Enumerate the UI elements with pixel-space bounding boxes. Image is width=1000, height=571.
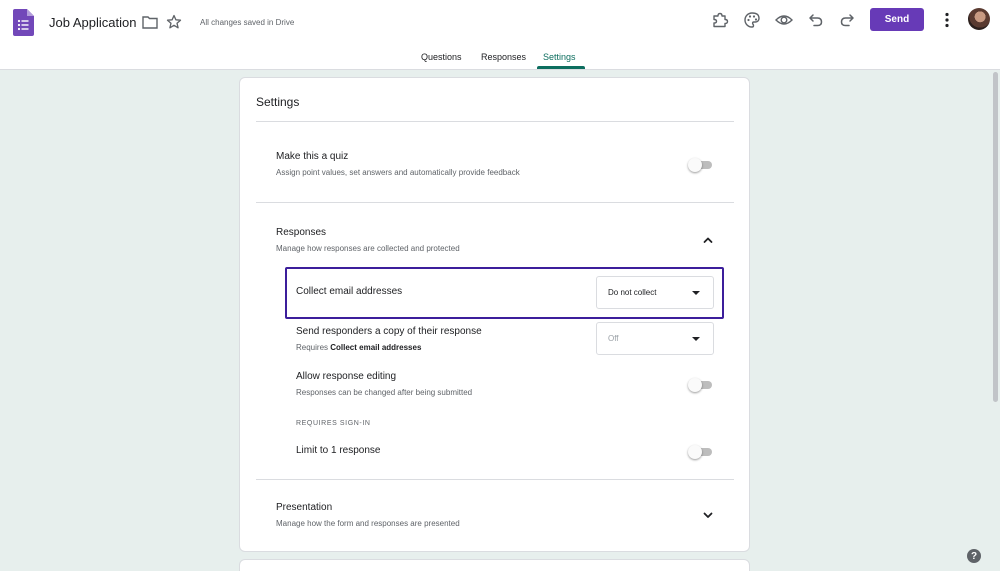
quiz-title: Make this a quiz (276, 151, 349, 162)
quiz-toggle[interactable] (688, 158, 714, 172)
avatar[interactable] (968, 8, 990, 30)
undo-icon[interactable] (807, 11, 825, 29)
toggle-knob (688, 445, 702, 459)
palette-icon[interactable] (743, 11, 761, 29)
top-bar: Job Application All changes saved in Dri… (0, 0, 1000, 70)
help-icon[interactable]: ? (967, 549, 981, 563)
scroll-thumb[interactable] (993, 72, 998, 402)
send-copy-label: Send responders a copy of their response (296, 326, 482, 337)
redo-icon[interactable] (838, 11, 856, 29)
divider (256, 202, 734, 203)
star-icon[interactable] (166, 14, 182, 30)
settings-title: Settings (256, 95, 300, 109)
addon-icon[interactable] (711, 11, 729, 29)
divider (256, 121, 734, 122)
next-card (239, 559, 750, 571)
collect-email-value: Do not collect (608, 288, 657, 297)
more-vert-icon[interactable] (939, 11, 955, 29)
toggle-knob (688, 158, 702, 172)
presentation-title: Presentation (276, 502, 333, 513)
send-copy-requirement: Requires Collect email addresses (296, 343, 422, 352)
responses-section-subtitle: Manage how responses are collected and p… (276, 244, 460, 253)
dropdown-caret-icon (692, 337, 700, 341)
send-button[interactable]: Send (870, 8, 924, 31)
limit-one-toggle[interactable] (688, 445, 714, 459)
allow-editing-subtitle: Responses can be changed after being sub… (296, 388, 473, 397)
preview-eye-icon[interactable] (775, 11, 793, 29)
folder-icon[interactable] (142, 15, 158, 29)
save-status: All changes saved in Drive (200, 18, 295, 27)
send-copy-select[interactable]: Off (596, 322, 714, 355)
allow-editing-label: Allow response editing (296, 371, 397, 382)
divider (256, 479, 734, 480)
requires-signin-caption: REQUIRES SIGN-IN (296, 420, 371, 427)
tab-responses[interactable]: Responses (481, 52, 526, 62)
chevron-up-icon[interactable] (702, 234, 714, 246)
collect-email-label: Collect email addresses (296, 286, 403, 297)
toggle-knob (688, 378, 702, 392)
allow-editing-toggle[interactable] (688, 378, 714, 392)
tab-bar: Questions Responses Settings (0, 48, 1000, 70)
scrollbar[interactable] (993, 70, 999, 571)
chevron-down-icon[interactable] (702, 509, 714, 521)
forms-app-icon[interactable] (13, 9, 34, 36)
tab-questions[interactable]: Questions (421, 52, 462, 62)
limit-one-label: Limit to 1 response (296, 445, 381, 456)
settings-card: Settings Make this a quiz Assign point v… (239, 77, 750, 552)
dropdown-caret-icon (692, 291, 700, 295)
quiz-subtitle: Assign point values, set answers and aut… (276, 168, 520, 177)
active-tab-indicator (537, 66, 585, 69)
form-title[interactable]: Job Application (49, 15, 136, 30)
collect-email-select[interactable]: Do not collect (596, 276, 714, 309)
tab-settings[interactable]: Settings (543, 52, 576, 62)
responses-section-title: Responses (276, 227, 327, 238)
presentation-subtitle: Manage how the form and responses are pr… (276, 519, 460, 528)
send-copy-value: Off (608, 334, 619, 343)
